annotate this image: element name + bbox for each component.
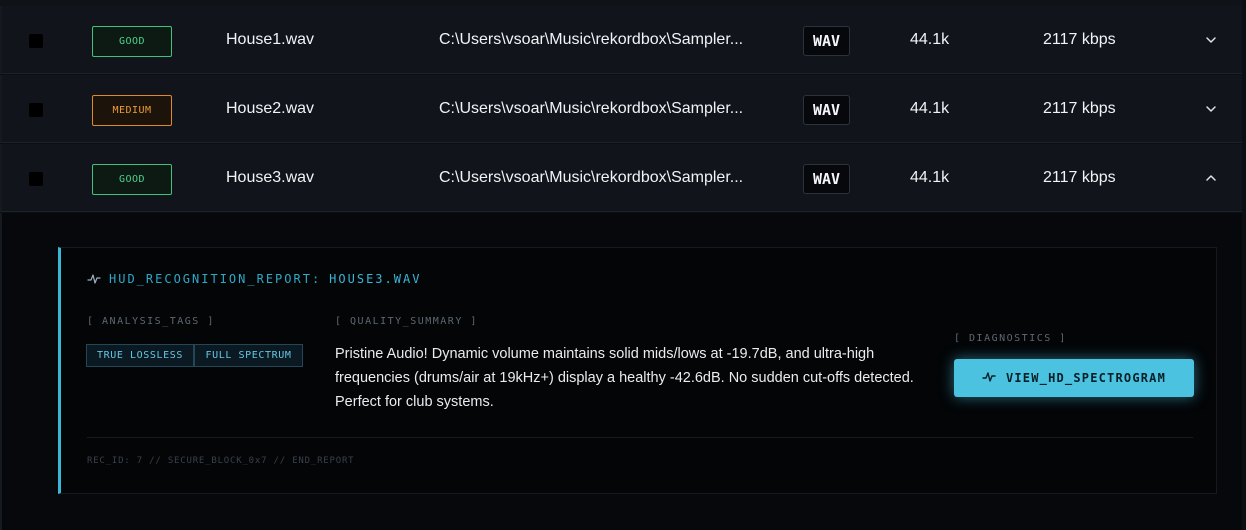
quality-badge: GOOD: [92, 26, 172, 57]
table-row[interactable]: GOOD House3.wav C:\Users\vsoar\Music\rek…: [0, 144, 1242, 212]
file-name: House1.wav: [226, 31, 315, 48]
recognition-report-card: HUD_RECOGNITION_REPORT: HOUSE3.WAV [ ANA…: [58, 247, 1217, 494]
quality-summary-text: Pristine Audio! Dynamic volume maintains…: [335, 346, 914, 410]
diagnostics-label: [ DIAGNOSTICS ]: [954, 333, 1067, 344]
view-spectrogram-label: VIEW_HD_SPECTROGRAM: [1005, 371, 1167, 385]
report-title-prefix: HUD_RECOGNITION_REPORT:: [109, 272, 322, 286]
analysis-tag: FULL SPECTRUM: [194, 344, 303, 367]
bitrate: 2117 kbps: [1043, 100, 1116, 117]
chevron-down-icon[interactable]: [1203, 101, 1219, 117]
analysis-tag: TRUE LOSSLESS: [86, 344, 194, 367]
report-title: HUD_RECOGNITION_REPORT: HOUSE3.WAV: [87, 272, 421, 286]
row-checkbox[interactable]: [29, 172, 43, 186]
chevron-up-icon[interactable]: [1203, 170, 1219, 186]
format-badge: WAV: [803, 95, 850, 125]
file-path: C:\Users\vsoar\Music\rekordbox\Sampler..…: [439, 100, 744, 117]
report-footer: REC_ID: 7 // SECURE_BLOCK_0x7 // END_REP…: [87, 456, 355, 466]
format-badge: WAV: [803, 164, 850, 194]
table-row[interactable]: MEDIUM House2.wav C:\Users\vsoar\Music\r…: [0, 75, 1242, 143]
row-checkbox[interactable]: [29, 34, 43, 48]
file-path: C:\Users\vsoar\Music\rekordbox\Sampler..…: [439, 169, 744, 186]
chevron-down-icon[interactable]: [1203, 32, 1219, 48]
report-divider: [87, 437, 1193, 438]
file-name: House3.wav: [226, 169, 315, 186]
view-spectrogram-button[interactable]: VIEW_HD_SPECTROGRAM: [954, 359, 1194, 397]
pulse-icon: [982, 370, 996, 387]
page-right-edge: [1242, 0, 1246, 530]
quality-badge: GOOD: [92, 164, 172, 195]
analysis-tags-label: [ ANALYSIS_TAGS ]: [87, 316, 215, 327]
table-row[interactable]: GOOD House1.wav C:\Users\vsoar\Music\rek…: [0, 6, 1242, 74]
sample-rate: 44.1k: [910, 169, 950, 186]
file-name: House2.wav: [226, 100, 315, 117]
format-badge: WAV: [803, 26, 850, 56]
quality-badge: MEDIUM: [92, 95, 172, 126]
bitrate: 2117 kbps: [1043, 169, 1116, 186]
quality-summary-label: [ QUALITY_SUMMARY ]: [335, 316, 478, 327]
sample-rate: 44.1k: [910, 100, 950, 117]
row-checkbox[interactable]: [29, 103, 43, 117]
sample-rate: 44.1k: [910, 31, 950, 48]
file-path: C:\Users\vsoar\Music\rekordbox\Sampler..…: [439, 31, 744, 48]
report-title-file: HOUSE3.WAV: [329, 272, 422, 286]
bitrate: 2117 kbps: [1043, 31, 1116, 48]
pulse-icon: [87, 272, 101, 286]
